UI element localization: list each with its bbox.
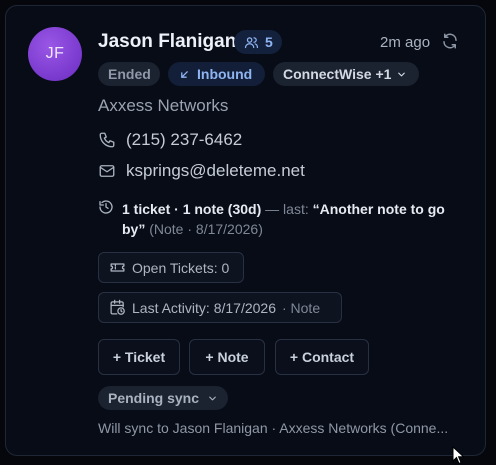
group-count-badge[interactable]: 5 [234,30,282,54]
phone-icon [99,132,115,148]
status-label: Ended [108,66,151,82]
contact-name[interactable]: Jason Flanigan [98,31,236,53]
calendar-clock-icon [110,299,125,315]
open-tickets-label: Open Tickets: 0 [132,259,230,276]
email-address[interactable]: ksprings@deleteme.net [126,161,305,181]
activity-summary: 1 ticket · 1 note (30d) — last: “Another… [122,199,462,239]
add-note-button[interactable]: + Note [189,339,265,375]
mouse-cursor-icon [452,446,465,465]
add-ticket-button[interactable]: + Ticket [98,339,180,375]
avatar: JF [28,27,82,81]
direction-label: Inbound [197,66,253,82]
activity-counts: 1 ticket · 1 note (30d) [122,201,262,217]
history-icon [99,200,113,214]
chevron-down-icon [209,396,216,400]
direction-badge: Inbound [168,62,265,86]
company-name: Axxess Networks [98,96,229,115]
add-contact-button[interactable]: + Contact [275,339,369,375]
mail-icon [99,165,115,177]
chevron-down-icon [398,72,406,76]
arrow-down-left-icon [181,70,188,78]
integration-dropdown[interactable]: ConnectWise +1 [273,62,419,86]
last-activity-type: · Note [281,299,321,316]
last-activity-chip[interactable]: Last Activity: 8/17/2026 · Note [98,292,342,323]
sync-description: Will sync to Jason Flanigan · Axxess Net… [98,420,449,436]
activity-meta: (Note · 8/17/2026) [149,221,263,237]
refresh-icon[interactable] [441,32,459,50]
integration-label: ConnectWise +1 [283,66,392,82]
email-row[interactable]: ksprings@deleteme.net [98,161,305,181]
timestamp: 2m ago [380,34,431,51]
sync-status-label: Pending sync [108,390,200,406]
users-icon [244,36,259,48]
status-badge: Ended [98,62,160,86]
phone-row[interactable]: (215) 237-6462 [98,130,242,150]
ticket-icon [110,263,125,272]
activity-last-prefix: — last: [265,201,309,217]
phone-number[interactable]: (215) 237-6462 [126,130,242,150]
sync-status-dropdown[interactable]: Pending sync [98,386,228,410]
group-count: 5 [265,34,273,50]
avatar-initials: JF [45,45,65,62]
last-activity-label: Last Activity: 8/17/2026 [132,299,276,316]
open-tickets-chip[interactable]: Open Tickets: 0 [98,252,244,283]
